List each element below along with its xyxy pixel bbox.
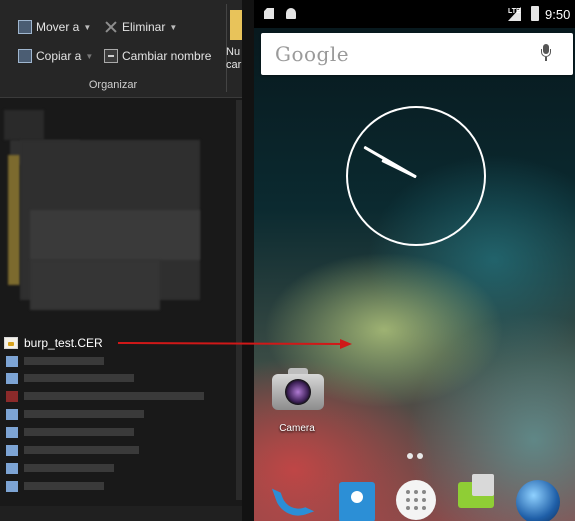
blurred-region [30,210,200,260]
file-icon [6,408,18,420]
list-item[interactable] [0,444,139,456]
blurred-filename [24,374,134,382]
list-item[interactable] [0,426,134,438]
blurred-filename [24,428,134,436]
app-dock [254,470,575,521]
file-icon [6,462,18,474]
list-item[interactable] [0,462,114,474]
list-item[interactable] [0,480,104,492]
chevron-down-icon: ▼ [169,22,178,32]
chevron-down-icon: ▼ [85,51,94,61]
delete-button[interactable]: Eliminar ▼ [104,18,177,36]
move-to-button[interactable]: Mover a ▼ [18,18,91,36]
lte-label: LTE [508,8,521,15]
file-icon [6,390,18,402]
clock-minute-hand [363,146,417,179]
blurred-region [30,260,160,310]
battery-icon [531,6,539,21]
google-search-bar[interactable]: Google [261,33,573,75]
blurred-filename [24,392,204,400]
copy-icon [18,49,32,63]
blurred-filename [24,464,114,472]
microphone-icon[interactable] [541,44,551,61]
copy-to-label: Copiar a [36,49,82,63]
browser-app-icon[interactable] [516,478,560,521]
file-icon [6,372,18,384]
file-icon [6,480,18,492]
status-bar [0,506,244,521]
app-drawer-icon[interactable] [394,478,438,521]
android-home-screen: LTE 9:50 Google Camera [254,0,575,521]
certificate-file-item[interactable]: burp_test.CER [4,335,103,351]
list-item[interactable] [0,372,134,384]
copy-to-button[interactable]: Copiar a ▼ [18,47,93,65]
file-list [0,100,236,521]
rename-label: Cambiar nombre [122,49,212,63]
file-explorer-window: Mover a ▼ Eliminar ▼ Copiar a ▼ Cambiar … [0,0,244,521]
sd-card-icon [264,8,274,19]
page-indicator-dot [407,453,413,459]
blurred-filename [24,482,104,490]
status-time: 9:50 [545,7,571,22]
delete-label: Eliminar [122,20,166,34]
ribbon-group-label: Organizar [88,79,138,91]
analog-clock-widget[interactable] [346,106,486,246]
rename-button[interactable]: Cambiar nombre [104,47,211,65]
list-item[interactable] [0,408,144,420]
blurred-region [8,155,20,285]
phone-app-icon[interactable] [271,477,315,521]
camera-app-label: Camera [279,423,315,434]
messaging-app-icon[interactable] [456,474,500,521]
rename-icon [104,49,118,63]
blurred-filename [24,410,144,418]
blurred-filename [24,357,104,365]
move-to-label: Mover a [36,20,80,34]
window-divider [242,0,254,521]
list-item[interactable] [0,355,104,367]
page-indicator-dot [417,453,423,459]
android-status-bar: LTE 9:50 [254,0,575,28]
certificate-icon [4,337,18,349]
camera-app-icon[interactable] [272,368,324,410]
chevron-down-icon: ▼ [83,22,92,32]
android-debug-icon [286,8,296,19]
file-icon [6,426,18,438]
move-icon [18,20,32,34]
contacts-app-icon[interactable] [335,478,379,521]
blurred-filename [24,446,139,454]
google-logo: Google [275,42,350,66]
file-icon [6,444,18,456]
file-icon [6,355,18,367]
certificate-file-name: burp_test.CER [24,336,103,350]
delete-icon [104,20,118,34]
blurred-region [4,110,44,140]
ribbon-organize-group: Mover a ▼ Eliminar ▼ Copiar a ▼ Cambiar … [0,0,244,98]
list-item[interactable] [0,390,204,402]
